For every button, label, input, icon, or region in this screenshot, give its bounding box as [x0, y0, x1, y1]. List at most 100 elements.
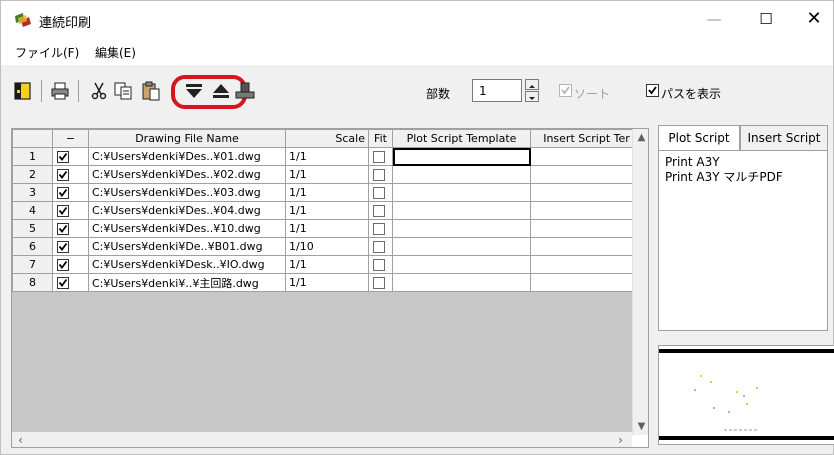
row-number[interactable]: 4	[12, 201, 53, 220]
cut-icon[interactable]	[89, 81, 109, 101]
file-name-cell[interactable]: C:¥Users¥denki¥Des..¥10.dwg	[88, 219, 286, 238]
table-row[interactable]: 5 C:¥Users¥denki¥Des..¥10.dwg 1/1	[12, 219, 643, 238]
menu-file[interactable]: ファイル(F)	[15, 44, 79, 61]
close-button[interactable]: ✕	[791, 1, 834, 37]
open-file-icon[interactable]	[13, 81, 33, 101]
list-item[interactable]: Print A3Y	[665, 155, 720, 169]
plot-script-cell[interactable]	[392, 147, 531, 166]
header-fit[interactable]: Fit	[368, 129, 393, 148]
sort-checkbox[interactable]	[559, 84, 572, 97]
scale-cell[interactable]: 1/1	[285, 165, 369, 184]
table-row[interactable]: 3 C:¥Users¥denki¥Des..¥03.dwg 1/1	[12, 183, 643, 202]
file-name-cell[interactable]: C:¥Users¥denki¥Des..¥03.dwg	[88, 183, 286, 202]
file-name-cell[interactable]: C:¥Users¥denki¥De..¥B01.dwg	[88, 237, 286, 256]
include-checkbox[interactable]	[57, 205, 69, 217]
header-scale[interactable]: Scale	[285, 129, 369, 148]
stamp-icon[interactable]	[235, 81, 255, 101]
table-row[interactable]: 2 C:¥Users¥denki¥Des..¥02.dwg 1/1	[12, 165, 643, 184]
row-number[interactable]: 8	[12, 273, 53, 292]
plot-script-cell[interactable]	[392, 255, 531, 274]
scroll-down-icon[interactable]: ▼	[633, 418, 648, 435]
insert-script-cell[interactable]	[530, 147, 643, 166]
insert-script-cell[interactable]	[530, 255, 643, 274]
fit-checkbox[interactable]	[373, 205, 385, 217]
plot-script-list[interactable]: Print A3Y Print A3Y マルチPDF	[658, 150, 828, 331]
insert-script-cell[interactable]	[530, 201, 643, 220]
table-row[interactable]: 4 C:¥Users¥denki¥Des..¥04.dwg 1/1	[12, 201, 643, 220]
menu-edit[interactable]: 編集(E)	[95, 44, 136, 61]
include-checkbox[interactable]	[57, 187, 69, 199]
move-down-icon[interactable]	[184, 81, 204, 101]
plot-script-cell[interactable]	[392, 219, 531, 238]
insert-script-cell[interactable]	[530, 183, 643, 202]
include-checkbox[interactable]	[57, 151, 69, 163]
table-row[interactable]: 8 C:¥Users¥denki¥..¥主回路.dwg 1/1	[12, 273, 643, 292]
minimize-button[interactable]: —	[691, 1, 737, 37]
file-name-cell[interactable]: C:¥Users¥denki¥Des..¥04.dwg	[88, 201, 286, 220]
list-item[interactable]: Print A3Y マルチPDF	[665, 168, 783, 185]
plot-script-cell[interactable]	[392, 183, 531, 202]
file-name-cell[interactable]: C:¥Users¥denki¥Des..¥01.dwg	[88, 147, 286, 166]
move-up-icon[interactable]	[211, 81, 231, 101]
tab-plot-script[interactable]: Plot Script	[658, 125, 740, 152]
row-number[interactable]: 2	[12, 165, 53, 184]
insert-script-cell[interactable]	[530, 165, 643, 184]
scale-cell[interactable]: 1/1	[285, 201, 369, 220]
spin-up-button[interactable]	[525, 79, 539, 90]
scale-cell[interactable]: 1/1	[285, 219, 369, 238]
table-row[interactable]: 6 C:¥Users¥denki¥De..¥B01.dwg 1/10	[12, 237, 643, 256]
maximize-button[interactable]: ☐	[743, 1, 789, 37]
row-number[interactable]: 7	[12, 255, 53, 274]
tab-insert-script[interactable]: Insert Script	[740, 125, 828, 151]
table-row[interactable]: 7 C:¥Users¥denki¥Desk..¥IO.dwg 1/1	[12, 255, 643, 274]
scroll-up-icon[interactable]: ▲	[633, 129, 648, 146]
scale-cell[interactable]: 1/1	[285, 183, 369, 202]
header-file-name[interactable]: Drawing File Name	[88, 129, 286, 148]
plot-script-cell[interactable]	[392, 201, 531, 220]
show-path-checkbox[interactable]	[646, 84, 659, 97]
header-plot-script[interactable]: Plot Script Template	[392, 129, 531, 148]
row-number[interactable]: 6	[12, 237, 53, 256]
include-checkbox[interactable]	[57, 277, 69, 289]
row-number[interactable]: 1	[12, 147, 53, 166]
header-check[interactable]: −	[52, 129, 89, 148]
table-row[interactable]: 1 C:¥Users¥denki¥Des..¥01.dwg 1/1	[12, 147, 643, 166]
fit-checkbox[interactable]	[373, 277, 385, 289]
drawing-grid[interactable]: − Drawing File Name Scale Fit Plot Scrip…	[11, 128, 649, 448]
scale-cell[interactable]: 1/10	[285, 237, 369, 256]
fit-checkbox[interactable]	[373, 151, 385, 163]
include-checkbox[interactable]	[57, 169, 69, 181]
copies-spinner[interactable]	[525, 79, 539, 102]
header-insert-script[interactable]: Insert Script Ter	[530, 129, 643, 148]
include-checkbox[interactable]	[57, 241, 69, 253]
row-number[interactable]: 5	[12, 219, 53, 238]
fit-checkbox[interactable]	[373, 241, 385, 253]
insert-script-cell[interactable]	[530, 237, 643, 256]
scale-cell[interactable]: 1/1	[285, 147, 369, 166]
include-checkbox[interactable]	[57, 223, 69, 235]
copies-input[interactable]: 1	[472, 79, 522, 102]
fit-checkbox[interactable]	[373, 259, 385, 271]
scroll-right-icon[interactable]: ›	[612, 432, 629, 447]
copy-icon[interactable]	[113, 81, 133, 101]
file-name-cell[interactable]: C:¥Users¥denki¥Desk..¥IO.dwg	[88, 255, 286, 274]
vertical-scrollbar[interactable]: ▲ ▼	[632, 129, 648, 435]
scale-cell[interactable]: 1/1	[285, 255, 369, 274]
horizontal-scrollbar[interactable]: ‹ ›	[12, 432, 632, 447]
include-checkbox[interactable]	[57, 259, 69, 271]
print-icon[interactable]	[50, 81, 70, 101]
fit-checkbox[interactable]	[373, 169, 385, 181]
fit-checkbox[interactable]	[373, 187, 385, 199]
paste-icon[interactable]	[141, 81, 161, 101]
scroll-left-icon[interactable]: ‹	[12, 432, 29, 447]
fit-checkbox[interactable]	[373, 223, 385, 235]
spin-down-button[interactable]	[525, 91, 539, 102]
insert-script-cell[interactable]	[530, 273, 643, 292]
plot-script-cell[interactable]	[392, 165, 531, 184]
plot-script-cell[interactable]	[392, 273, 531, 292]
plot-script-cell[interactable]	[392, 237, 531, 256]
scale-cell[interactable]: 1/1	[285, 273, 369, 292]
file-name-cell[interactable]: C:¥Users¥denki¥Des..¥02.dwg	[88, 165, 286, 184]
file-name-cell[interactable]: C:¥Users¥denki¥..¥主回路.dwg	[88, 273, 286, 292]
row-number[interactable]: 3	[12, 183, 53, 202]
